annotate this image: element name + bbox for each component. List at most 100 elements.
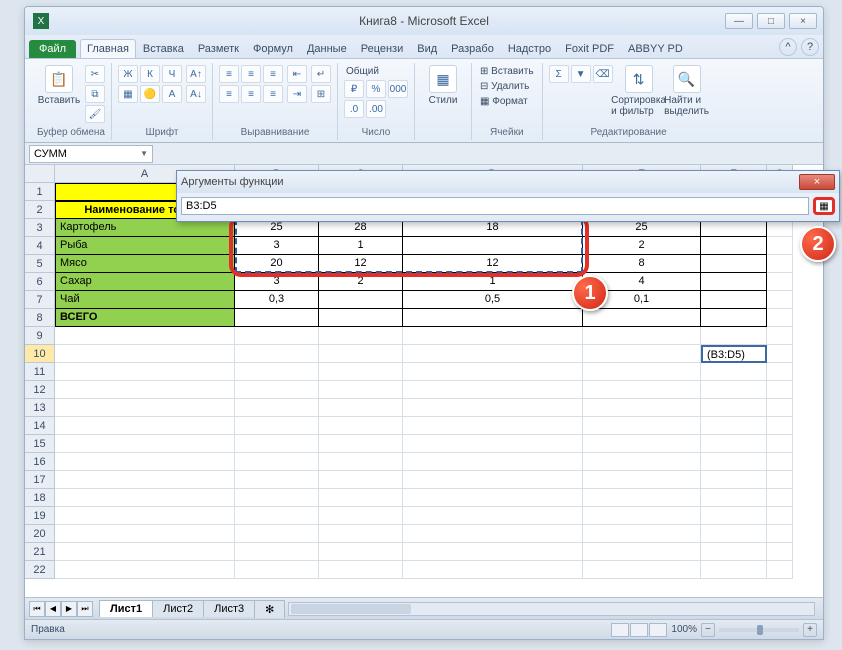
row-name-4[interactable]: Рыба xyxy=(55,237,235,255)
decimal-increase-button[interactable]: .0 xyxy=(344,100,364,118)
cell-C8[interactable] xyxy=(319,309,403,327)
cell-E5[interactable]: 8 xyxy=(583,255,701,273)
cell-E17[interactable] xyxy=(583,471,701,489)
page-break-view-button[interactable] xyxy=(649,623,667,637)
cell-D7[interactable]: 0,5 xyxy=(403,291,583,309)
cell-A14[interactable] xyxy=(55,417,235,435)
cell-D4[interactable] xyxy=(403,237,583,255)
cell-B16[interactable] xyxy=(235,453,319,471)
expand-dialog-button[interactable]: ▦ xyxy=(813,197,835,215)
cell-E10[interactable] xyxy=(583,345,701,363)
cell-C18[interactable] xyxy=(319,489,403,507)
cell-C12[interactable] xyxy=(319,381,403,399)
cell-F22[interactable] xyxy=(701,561,767,579)
align-left-button[interactable]: ≡ xyxy=(219,85,239,103)
cell-A20[interactable] xyxy=(55,525,235,543)
cell-F6[interactable] xyxy=(701,273,767,291)
sheet-nav-last[interactable]: ⏭ xyxy=(77,601,93,617)
cell-E20[interactable] xyxy=(583,525,701,543)
cell-F10[interactable]: (B3:D5) xyxy=(701,345,767,363)
row-header-8[interactable]: 8 xyxy=(25,309,55,327)
cell-D19[interactable] xyxy=(403,507,583,525)
align-bottom-button[interactable]: ≡ xyxy=(263,65,283,83)
cell-E14[interactable] xyxy=(583,417,701,435)
select-all-corner[interactable] xyxy=(25,165,55,183)
cell-B14[interactable] xyxy=(235,417,319,435)
row-header-16[interactable]: 16 xyxy=(25,453,55,471)
close-button[interactable]: × xyxy=(789,13,817,29)
cell-E13[interactable] xyxy=(583,399,701,417)
styles-button[interactable]: ▦ Стили xyxy=(421,65,465,106)
tab-formulas[interactable]: Формул xyxy=(246,39,300,58)
fill-color-button[interactable]: 🟡 xyxy=(140,85,160,103)
sort-filter-button[interactable]: ⇅ Сортировка и фильтр xyxy=(617,65,661,117)
decimal-decrease-button[interactable]: .00 xyxy=(366,100,386,118)
cell-g4[interactable] xyxy=(767,237,793,255)
cell-G11[interactable] xyxy=(767,363,793,381)
cell-B15[interactable] xyxy=(235,435,319,453)
row-header-17[interactable]: 17 xyxy=(25,471,55,489)
cell-B21[interactable] xyxy=(235,543,319,561)
row-name-7[interactable]: Чай xyxy=(55,291,235,309)
row-header-14[interactable]: 14 xyxy=(25,417,55,435)
cell-A10[interactable] xyxy=(55,345,235,363)
cell-B6[interactable]: 3 xyxy=(235,273,319,291)
cell-F16[interactable] xyxy=(701,453,767,471)
cell-D11[interactable] xyxy=(403,363,583,381)
horizontal-scrollbar[interactable] xyxy=(288,602,815,616)
cell-G22[interactable] xyxy=(767,561,793,579)
row-header-21[interactable]: 21 xyxy=(25,543,55,561)
merge-button[interactable]: ⊞ xyxy=(311,85,331,103)
cell-D5[interactable]: 12 xyxy=(403,255,583,273)
cell-E12[interactable] xyxy=(583,381,701,399)
sheet-nav-first[interactable]: ⏮ xyxy=(29,601,45,617)
cell-G14[interactable] xyxy=(767,417,793,435)
cell-F19[interactable] xyxy=(701,507,767,525)
row-name-5[interactable]: Мясо xyxy=(55,255,235,273)
cell-A22[interactable] xyxy=(55,561,235,579)
cell-D22[interactable] xyxy=(403,561,583,579)
cell-E11[interactable] xyxy=(583,363,701,381)
tab-layout[interactable]: Разметк xyxy=(191,39,246,58)
cell-G12[interactable] xyxy=(767,381,793,399)
cell-C5[interactable]: 12 xyxy=(319,255,403,273)
font-size-up-button[interactable]: A↑ xyxy=(186,65,206,83)
row-header-6[interactable]: 6 xyxy=(25,273,55,291)
tab-developer[interactable]: Разрабо xyxy=(444,39,501,58)
cell-B12[interactable] xyxy=(235,381,319,399)
cell-B18[interactable] xyxy=(235,489,319,507)
ribbon-minimize-icon[interactable]: ^ xyxy=(779,38,797,56)
cell-C21[interactable] xyxy=(319,543,403,561)
cell-B13[interactable] xyxy=(235,399,319,417)
cell-C20[interactable] xyxy=(319,525,403,543)
fill-button[interactable]: ▼ xyxy=(571,65,591,83)
number-format-select[interactable]: Общий xyxy=(344,65,408,78)
cell-F21[interactable] xyxy=(701,543,767,561)
cell-F9[interactable] xyxy=(701,327,767,345)
wrap-text-button[interactable]: ↵ xyxy=(311,65,331,83)
worksheet-grid[interactable]: ABCDEFG1Количество2Наименование товара1 … xyxy=(25,165,823,597)
cell-B19[interactable] xyxy=(235,507,319,525)
cell-A12[interactable] xyxy=(55,381,235,399)
cell-C14[interactable] xyxy=(319,417,403,435)
indent-increase-button[interactable]: ⇥ xyxy=(287,85,307,103)
tab-home[interactable]: Главная xyxy=(80,39,136,58)
align-top-button[interactable]: ≡ xyxy=(219,65,239,83)
row-header-5[interactable]: 5 xyxy=(25,255,55,273)
tab-abbyy[interactable]: ABBYY PD xyxy=(621,39,690,58)
align-center-button[interactable]: ≡ xyxy=(241,85,261,103)
cell-A13[interactable] xyxy=(55,399,235,417)
tab-review[interactable]: Рецензи xyxy=(354,39,411,58)
cell-F7[interactable] xyxy=(701,291,767,309)
row-header-20[interactable]: 20 xyxy=(25,525,55,543)
cell-C7[interactable] xyxy=(319,291,403,309)
normal-view-button[interactable] xyxy=(611,623,629,637)
row-header-22[interactable]: 22 xyxy=(25,561,55,579)
cell-G16[interactable] xyxy=(767,453,793,471)
row-name-8[interactable]: ВСЕГО xyxy=(55,309,235,327)
cell-E9[interactable] xyxy=(583,327,701,345)
clear-button[interactable]: ⌫ xyxy=(593,65,613,83)
cell-F14[interactable] xyxy=(701,417,767,435)
cell-D16[interactable] xyxy=(403,453,583,471)
row-header-7[interactable]: 7 xyxy=(25,291,55,309)
